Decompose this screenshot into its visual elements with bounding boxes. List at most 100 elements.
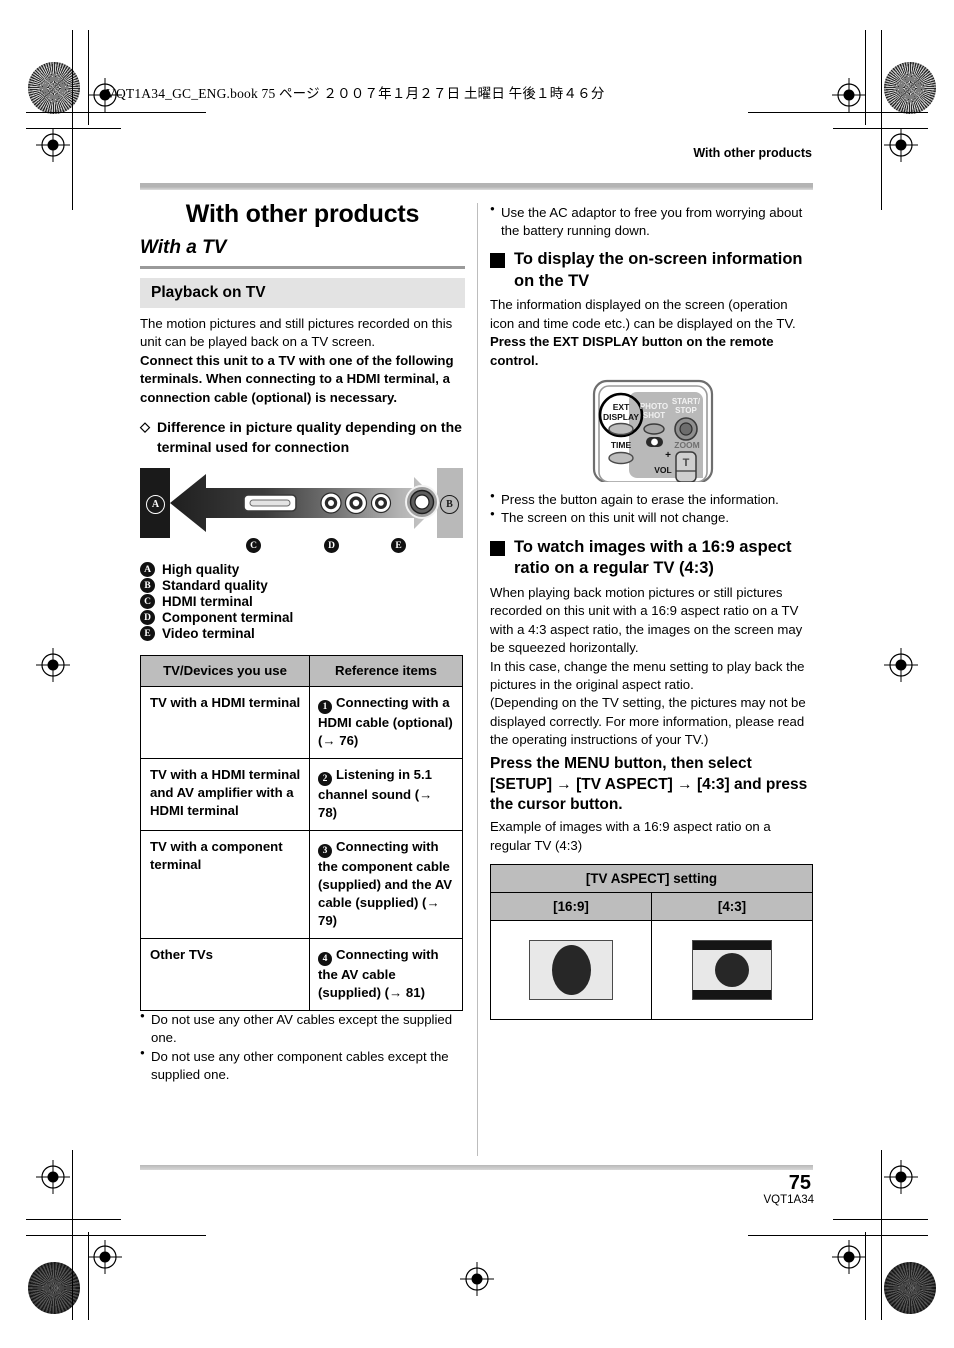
heading-label: To watch images with a 16:9 aspect ratio…	[514, 537, 792, 578]
onscreen-info-instruction: Press the EXT DISPLAY button on the remo…	[490, 334, 774, 368]
left-column: With other products With a TV Playback o…	[140, 200, 465, 1086]
crop-mark	[26, 1235, 206, 1236]
square-bullet-icon	[490, 253, 505, 269]
plus-label: +	[665, 450, 671, 461]
crop-mark	[748, 1235, 928, 1236]
photo-shot-label-line2: SHOT	[642, 411, 664, 420]
cell-reference: 1 Connecting with a HDMI cable (optional)…	[309, 686, 463, 760]
tv-aspect-setting-table: [TV ASPECT] setting [16:9] [4:3]	[490, 864, 813, 1021]
crop-mark	[72, 30, 73, 210]
running-head: With other products	[693, 146, 812, 160]
tele-label: T	[682, 457, 689, 469]
cell-reference: 2 Listening in 5.1 channel sound (→ 78)	[309, 758, 463, 831]
onscreen-info-body: The information displayed on the screen …	[490, 297, 796, 331]
component-jacks-icon	[320, 492, 392, 515]
legend-bullet-c-icon: C	[140, 594, 155, 610]
tv-screen-43-graphic	[692, 940, 772, 1001]
legend-label: HDMI terminal	[162, 594, 253, 610]
right-notes-list: Press the button again to erase the info…	[490, 490, 815, 527]
registration-target-right-mid	[884, 648, 918, 682]
diagram-callouts: C D E	[140, 538, 463, 556]
ext-display-label-line2: DISPLAY	[602, 412, 638, 422]
registration-target-right-low	[884, 1160, 918, 1194]
registration-target-top-right	[832, 78, 866, 112]
zoom-label: ZOOM	[674, 440, 700, 450]
registration-target-left-low	[36, 1160, 70, 1194]
start-stop-label-line1: START/	[671, 397, 700, 406]
section-rule	[140, 266, 465, 269]
note-item: Do not use any other component cables ex…	[140, 1047, 465, 1084]
table-header-row: [TV ASPECT] setting	[490, 864, 813, 894]
photo-shot-button	[642, 423, 665, 435]
photo-shot-label-line1: PHOTO	[639, 402, 667, 411]
column-header-reference: Reference items	[309, 655, 463, 688]
table-row: TV with a HDMI terminal 1 Connecting with…	[140, 686, 463, 760]
legend-bullet-a-icon: A	[140, 562, 155, 578]
legend-label: Component terminal	[162, 610, 294, 626]
crop-mark	[748, 112, 928, 113]
table-row: TV with a HDMI terminal and AV amplifier…	[140, 758, 463, 831]
circle-shape	[715, 953, 749, 988]
left-notes-list: Do not use any other AV cables except th…	[140, 1010, 465, 1085]
cell-reference-text: Listening in 5.1 channel sound (→ 78)	[318, 767, 433, 820]
diagram-callout-e: E	[391, 538, 406, 554]
column-divider	[477, 203, 478, 1156]
cell-reference-text: Connecting with the AV cable (supplied) …	[318, 946, 439, 1000]
crop-mark	[881, 30, 882, 210]
table-row: Other TVs 4 Connecting with the AV cable …	[140, 937, 463, 1011]
menu-instruction: Press the MENU button, then select [SETU…	[490, 754, 808, 814]
picture-quality-diagram: A B	[140, 468, 463, 539]
letterbox-bar-top	[693, 941, 771, 951]
step-number-icon: 4	[318, 951, 332, 966]
diamond-icon: ◇	[140, 419, 150, 435]
heading-aspect-ratio: To watch images with a 16:9 aspect ratio…	[490, 537, 815, 580]
cell-reference-text: Connecting with a HDMI cable (optional) …	[318, 695, 453, 749]
heading-display-onscreen-info: To display the on-screen information on …	[490, 249, 815, 292]
registration-target-left	[36, 128, 70, 162]
legend-label: High quality	[162, 562, 240, 578]
intro-paragraph: The motion pictures and still pictures r…	[140, 316, 453, 350]
heading-label: To display the on-screen information on …	[514, 250, 803, 290]
example-caption: Example of images with a 16:9 aspect rat…	[490, 819, 771, 853]
square-bullet-icon	[490, 540, 505, 556]
step-number-icon: 1	[318, 700, 332, 715]
diagram-arrow-graphic	[170, 474, 440, 533]
step-number-icon: 3	[318, 843, 332, 858]
subsection-heading: Playback on TV	[140, 278, 465, 308]
table-row	[490, 920, 813, 1021]
ext-display-button	[607, 423, 634, 436]
print-job-header: VQT1A34_GC_ENG.book 75 ページ ２００７年１月２７日 土曜…	[106, 86, 605, 101]
cell-reference-text: Connecting with the component cable (sup…	[318, 838, 453, 928]
page-number: 75	[788, 1172, 811, 1194]
registration-target-bottom-right	[832, 1240, 866, 1274]
crop-mark	[833, 1219, 928, 1220]
aspect-col-43: [4:3]	[651, 892, 813, 922]
diamond-heading: ◇ Difference in picture quality dependin…	[140, 418, 465, 458]
video-jack-icon	[405, 485, 439, 520]
aspect-table-title: [TV ASPECT] setting	[490, 864, 813, 894]
cell-device: TV with a HDMI terminal	[140, 686, 310, 760]
legend-bullet-b-icon: B	[140, 578, 155, 594]
hdmi-connector-icon	[243, 494, 297, 512]
note-item: Do not use any other AV cables except th…	[140, 1010, 465, 1047]
section-title: With a TV	[140, 237, 227, 258]
ac-adaptor-note-list: Use the AC adaptor to free you from worr…	[490, 203, 815, 240]
letterbox-bar-bottom	[693, 990, 771, 1000]
legend-item: B Standard quality	[140, 578, 465, 594]
note-item: Press the button again to erase the info…	[490, 490, 815, 509]
crop-mark	[26, 1219, 121, 1220]
legend-item: C HDMI terminal	[140, 594, 465, 610]
aspect-col-169: [16:9]	[490, 892, 652, 922]
chapter-title: With other products	[185, 200, 420, 228]
start-stop-label-line2: STOP	[675, 406, 697, 415]
diagram-callout-c: C	[246, 538, 261, 554]
remote-control-illustration: EXT DISPLAY TIME PHOTO SHOT START/ STOP …	[490, 379, 815, 483]
tv-screen-169-graphic	[529, 940, 613, 1001]
cell-device: Other TVs	[140, 937, 310, 1011]
table-subheader-row: [16:9] [4:3]	[490, 892, 813, 922]
registration-target-bottom-left	[88, 1240, 122, 1274]
legend-label: Standard quality	[162, 578, 268, 594]
time-label: TIME	[610, 440, 631, 450]
aspect-preview-169	[490, 920, 652, 1021]
aspect-ratio-body: When playing back motion pictures or sti…	[490, 584, 806, 748]
